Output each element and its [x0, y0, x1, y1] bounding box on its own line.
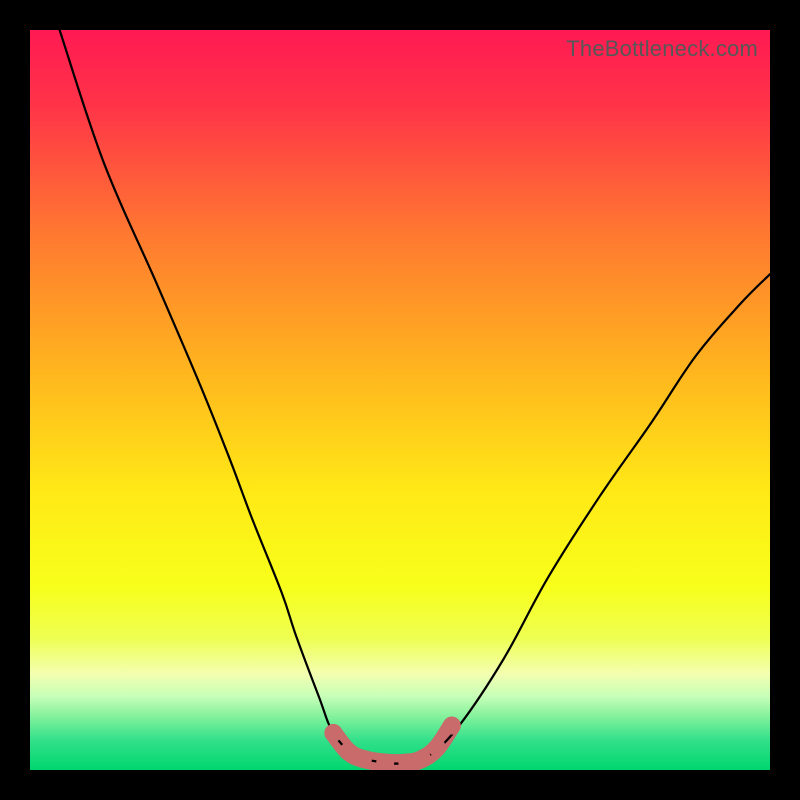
- bottleneck-curve: [60, 30, 770, 764]
- plot-area: TheBottleneck.com: [30, 30, 770, 770]
- valley-highlight-dots: [324, 717, 460, 770]
- highlight-dot: [413, 750, 431, 768]
- curve-layer: [30, 30, 770, 770]
- highlight-dot: [428, 739, 446, 757]
- chart-frame: TheBottleneck.com: [0, 0, 800, 800]
- highlight-dot: [443, 717, 461, 735]
- highlight-dot: [354, 750, 372, 768]
- watermark-text: TheBottleneck.com: [566, 36, 758, 62]
- highlight-dot: [324, 724, 342, 742]
